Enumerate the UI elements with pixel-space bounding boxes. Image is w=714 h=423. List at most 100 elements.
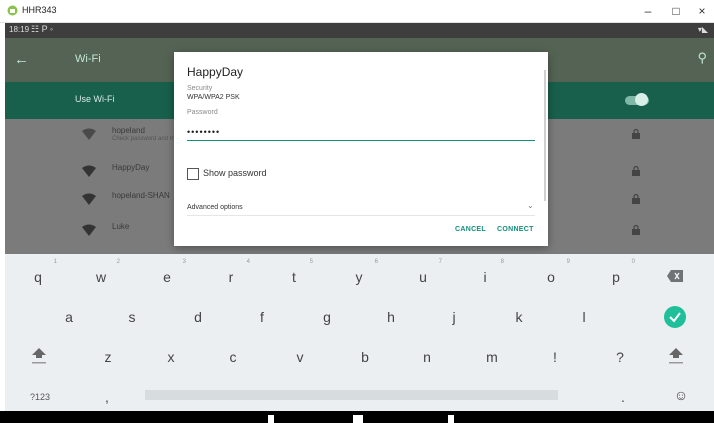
- signal-battery-icon: ▾◣: [697, 25, 708, 34]
- network-name: hopeland-SHAN: [112, 191, 170, 200]
- wifi-signal-icon: [82, 193, 96, 205]
- key-label: o: [547, 269, 555, 285]
- key-comma[interactable]: ,: [92, 386, 122, 408]
- network-name: HappyDay: [112, 163, 150, 172]
- key-f[interactable]: f: [247, 306, 277, 328]
- key-h[interactable]: h: [376, 306, 406, 328]
- key-label: p: [612, 269, 620, 285]
- key-g[interactable]: g: [312, 306, 342, 328]
- show-password-label: Show password: [203, 168, 267, 178]
- key-z[interactable]: z: [93, 346, 123, 368]
- security-value: WPA/WPA2 PSK: [187, 94, 240, 101]
- key-j[interactable]: j: [439, 306, 469, 328]
- key-t[interactable]: t5: [279, 259, 313, 288]
- key-hint: 6: [374, 259, 378, 265]
- key-c[interactable]: c: [218, 346, 248, 368]
- wifi-toggle-knob[interactable]: [635, 93, 648, 106]
- status-time: 18:19: [9, 25, 30, 34]
- advanced-options-label[interactable]: Advanced options: [187, 204, 243, 211]
- lock-icon: [632, 225, 640, 235]
- status-bar: 18:19 ☷ P ◦ ▾◣: [5, 23, 714, 38]
- key-m[interactable]: m: [477, 346, 507, 368]
- key-a[interactable]: a: [54, 306, 84, 328]
- lock-icon: [632, 166, 640, 176]
- shift-right-icon[interactable]: [669, 348, 683, 364]
- minimize-button[interactable]: –: [636, 2, 660, 20]
- key-d[interactable]: d: [183, 306, 213, 328]
- back-nav-icon[interactable]: [268, 415, 274, 423]
- network-name: Luke: [112, 222, 130, 231]
- use-wifi-label: Use Wi-Fi: [75, 94, 115, 104]
- enter-key[interactable]: [664, 306, 686, 328]
- key-r[interactable]: r4: [216, 259, 250, 288]
- password-input[interactable]: [187, 123, 535, 141]
- backspace-icon[interactable]: [667, 270, 683, 282]
- key-label: u: [419, 269, 427, 285]
- key-k[interactable]: k: [504, 306, 534, 328]
- key-x[interactable]: x: [156, 346, 186, 368]
- key-p[interactable]: p0: [601, 259, 635, 288]
- wifi-signal-icon: [82, 128, 96, 140]
- key-exclamation[interactable]: !: [540, 346, 570, 368]
- page-title: Wi-Fi: [75, 53, 101, 65]
- key-v[interactable]: v: [285, 346, 315, 368]
- key-label: r: [228, 269, 234, 285]
- key-label: w: [95, 269, 107, 285]
- key-o[interactable]: o9: [536, 259, 570, 288]
- network-name: hopeland: [112, 126, 145, 135]
- key-y[interactable]: y6: [344, 259, 379, 288]
- key-b[interactable]: b: [350, 346, 380, 368]
- key-l[interactable]: l: [569, 306, 599, 328]
- chevron-down-icon[interactable]: ⌄: [527, 201, 534, 210]
- key-label: t: [292, 269, 296, 285]
- spacebar[interactable]: [145, 390, 558, 400]
- checkbox-icon[interactable]: [187, 168, 199, 180]
- recents-nav-icon[interactable]: [448, 415, 454, 423]
- dialog-title: HappyDay: [187, 65, 244, 79]
- shift-left-icon[interactable]: [32, 348, 46, 364]
- dialog-scrollbar[interactable]: [544, 70, 546, 201]
- key-e[interactable]: e3: [152, 259, 186, 288]
- key-n[interactable]: n: [412, 346, 442, 368]
- key-w[interactable]: w2: [86, 259, 120, 288]
- password-label: Password: [187, 109, 218, 116]
- key-hint: 9: [566, 259, 570, 265]
- key-question[interactable]: ?: [605, 346, 635, 368]
- android-app-icon: [7, 5, 18, 16]
- checkmark-icon: [669, 312, 681, 323]
- key-hint: 8: [500, 259, 504, 265]
- connect-button[interactable]: CONNECT: [497, 226, 534, 233]
- divider: [187, 215, 535, 216]
- key-hint: 7: [438, 259, 442, 265]
- wifi-password-dialog: HappyDay Security WPA/WPA2 PSK Password …: [174, 52, 548, 246]
- key-label: e: [163, 269, 171, 285]
- key-u[interactable]: u7: [408, 259, 442, 288]
- key-i[interactable]: i8: [470, 259, 504, 288]
- back-arrow-icon[interactable]: ←: [14, 51, 29, 68]
- key-hint: 2: [116, 259, 120, 265]
- close-button[interactable]: ×: [690, 2, 714, 20]
- window-title-bar: HHR343 – □ ×: [0, 0, 714, 23]
- search-icon[interactable]: ⚲: [697, 50, 707, 66]
- window-title: HHR343: [22, 5, 57, 15]
- key-s[interactable]: s: [117, 306, 147, 328]
- key-label: q: [34, 269, 42, 285]
- key-hint: 4: [246, 259, 250, 265]
- key-hint: 3: [182, 259, 186, 265]
- lock-icon: [632, 194, 640, 204]
- lock-icon: [632, 129, 640, 139]
- security-label: Security: [187, 85, 213, 92]
- notification-icons: ☷ P ◦: [31, 24, 54, 34]
- key-period[interactable]: .: [608, 386, 638, 408]
- emoji-key[interactable]: ☺: [666, 384, 696, 406]
- onscreen-keyboard: q1 w2 e3 r4 t5 y6 u7 i8 o9 p0 a s d f g …: [5, 254, 714, 411]
- cancel-button[interactable]: CANCEL: [455, 226, 486, 233]
- key-hint: 0: [631, 259, 635, 265]
- wifi-signal-icon: [82, 165, 96, 177]
- symbols-key[interactable]: ?123: [25, 386, 55, 408]
- wifi-signal-icon: [82, 224, 96, 236]
- maximize-button[interactable]: □: [664, 2, 688, 20]
- home-nav-icon[interactable]: [353, 415, 363, 423]
- key-q[interactable]: q1: [23, 259, 57, 288]
- key-label: i: [483, 269, 487, 285]
